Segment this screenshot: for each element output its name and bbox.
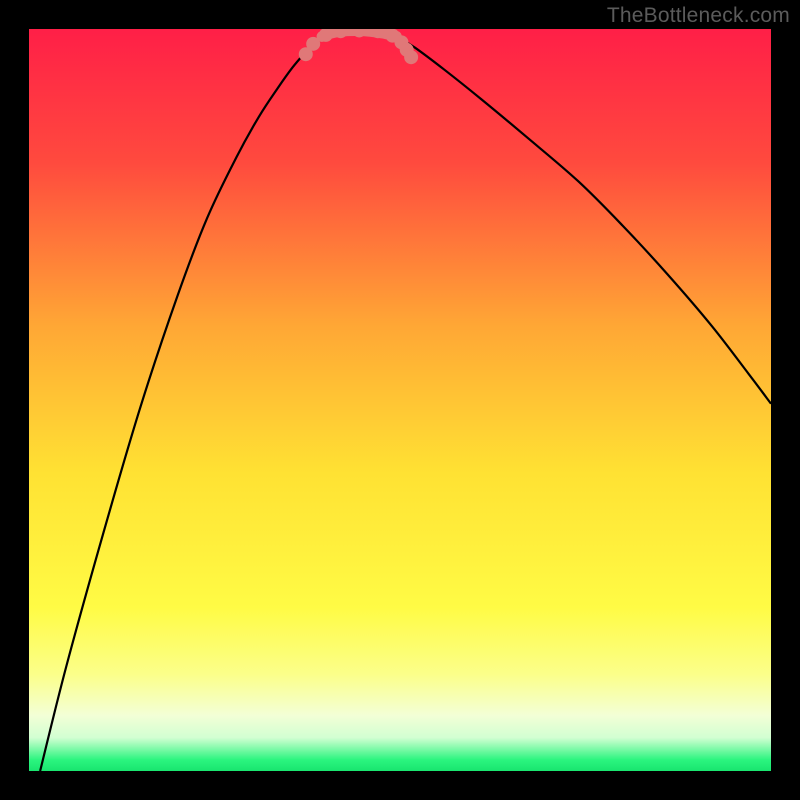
valley-dot [306,37,320,51]
valley-dot [404,50,418,64]
gradient-background [29,29,771,771]
chart-frame: TheBottleneck.com [0,0,800,800]
watermark-text: TheBottleneck.com [607,4,790,28]
chart-plot-area [29,29,771,771]
chart-svg [29,29,771,771]
